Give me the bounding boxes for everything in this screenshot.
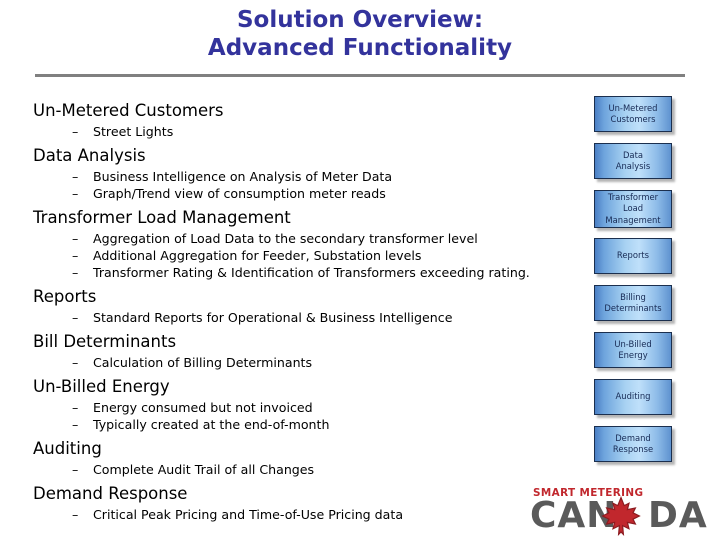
outline-bullet-list: – Business Intelligence on Analysis of Me… — [33, 168, 578, 202]
bullet-text: Typically created at the end-of-month — [93, 417, 330, 432]
title-line-2: Advanced Functionality — [207, 35, 513, 61]
process-box-label: Un-Billed Energy — [614, 338, 652, 361]
outline-topic: Auditing – Complete Audit Trail of all Cha… — [33, 438, 578, 478]
bullet-marker: – — [72, 186, 79, 201]
bullet-text: Energy consumed but not invoiced — [93, 400, 313, 415]
outline-topic-title: Reports — [33, 287, 97, 306]
bullet-marker: – — [72, 400, 79, 415]
process-box-label: Billing Determinants — [604, 291, 662, 314]
outline-topic-title: Un-Billed Energy — [33, 377, 170, 396]
bullet-marker: – — [72, 265, 79, 280]
bullet-text: Complete Audit Trail of all Changes — [93, 462, 315, 477]
outline-topic-title: Un-Metered Customers — [33, 101, 224, 120]
maple-leaf-icon — [601, 496, 641, 536]
outline-topic-title: Auditing — [33, 439, 102, 458]
process-box[interactable]: Un-Metered Customers — [594, 96, 672, 132]
outline-topic-title: Demand Response — [33, 484, 188, 503]
outline-bullet: – Energy consumed but not invoiced — [33, 399, 578, 416]
title-divider — [35, 74, 685, 77]
process-box-label: Demand Response — [612, 432, 654, 455]
outline-topic-title: Transformer Load Management — [33, 208, 291, 227]
bullet-text: Transformer Rating & Identification of T… — [93, 265, 530, 280]
outline-bullet: – Standard Reports for Operational & Busi… — [33, 309, 578, 326]
outline-topic-title: Bill Determinants — [33, 332, 177, 351]
outline-bullet: – Critical Peak Pricing and Time-of-Use P… — [33, 506, 578, 523]
process-box[interactable]: Demand Response — [594, 426, 672, 462]
outline-bullet-list: – Complete Audit Trail of all Changes — [33, 461, 578, 478]
title-line-1: Solution Overview: — [236, 7, 484, 33]
outline-bullet: – Transformer Rating & Identification of … — [33, 264, 578, 281]
process-box[interactable]: Transformer Load Management — [594, 190, 672, 228]
process-flow-boxes: Un-Metered Customers Data Analysis Transfo… — [594, 96, 676, 462]
outline-topic: Data Analysis – Business Intelligence on A… — [33, 145, 578, 202]
outline-bullet-list: – Aggregation of Load Data to the seconda… — [33, 230, 578, 281]
bullet-marker: – — [72, 169, 79, 184]
bullet-text: Calculation of Billing Determinants — [93, 355, 313, 370]
process-box-label: Auditing — [615, 391, 651, 402]
process-box-label: Data Analysis — [615, 149, 651, 172]
outline-bullet: – Complete Audit Trail of all Changes — [33, 461, 578, 478]
bullet-marker: – — [72, 248, 79, 263]
process-box-label: Un-Metered Customers — [608, 102, 658, 125]
bullet-text: Graph/Trend view of consumption meter re… — [93, 186, 386, 201]
process-box[interactable]: Data Analysis — [594, 143, 672, 179]
outline-topic: Transformer Load Management – Aggregation … — [33, 207, 578, 281]
process-box-label: Transformer Load Management — [605, 191, 661, 225]
outline-bullet: – Graph/Trend view of consumption meter r… — [33, 185, 578, 202]
outline-topic: Un-Billed Energy – Energy consumed but not… — [33, 376, 578, 433]
bullet-text: Additional Aggregation for Feeder, Subst… — [93, 248, 422, 263]
outline-bullet: – Additional Aggregation for Feeder, Subs… — [33, 247, 578, 264]
bullet-text: Street Lights — [93, 124, 174, 139]
bullet-marker: – — [72, 462, 79, 477]
outline-bullet: – Typically created at the end-of-month — [33, 416, 578, 433]
bullet-marker: – — [72, 417, 79, 432]
outline-bullet: – Aggregation of Load Data to the seconda… — [33, 230, 578, 247]
logo-wordmark-right: DA — [648, 495, 708, 536]
content-outline: Un-Metered Customers – Street Lights Data A… — [33, 100, 578, 528]
outline-topic: Reports – Standard Reports for Operational… — [33, 286, 578, 326]
bullet-text: Standard Reports for Operational & Busin… — [93, 310, 453, 325]
bullet-marker: – — [72, 507, 79, 522]
smart-metering-canada-logo: SMART METERING CAN DA — [530, 487, 708, 536]
page-title: Solution Overview: Advanced Functionalit… — [0, 6, 720, 62]
bullet-marker: – — [72, 310, 79, 325]
outline-bullet-list: – Street Lights — [33, 123, 578, 140]
outline-topic-title: Data Analysis — [33, 146, 146, 165]
outline-bullet-list: – Energy consumed but not invoiced – Typica… — [33, 399, 578, 433]
process-box[interactable]: Auditing — [594, 379, 672, 415]
bullet-marker: – — [72, 124, 79, 139]
bullet-text: Critical Peak Pricing and Time-of-Use Pr… — [93, 507, 404, 522]
outline-bullet-list: – Critical Peak Pricing and Time-of-Use P… — [33, 506, 578, 523]
process-box-label: Reports — [616, 250, 650, 261]
bullet-text: Business Intelligence on Analysis of Met… — [93, 169, 393, 184]
outline-topic: Bill Determinants – Calculation of Billing… — [33, 331, 578, 371]
bullet-text: Aggregation of Load Data to the secondar… — [93, 231, 478, 246]
outline-topic: Demand Response – Critical Peak Pricing an… — [33, 483, 578, 523]
bullet-marker: – — [72, 231, 79, 246]
outline-bullet: – Calculation of Billing Determinants — [33, 354, 578, 371]
outline-bullet-list: – Standard Reports for Operational & Busi… — [33, 309, 578, 326]
process-box[interactable]: Billing Determinants — [594, 285, 672, 321]
outline-bullet: – Street Lights — [33, 123, 578, 140]
logo-wordmark: CAN DA — [530, 495, 708, 536]
process-box[interactable]: Reports — [594, 238, 672, 274]
bullet-marker: – — [72, 355, 79, 370]
outline-topic: Un-Metered Customers – Street Lights — [33, 100, 578, 140]
process-box[interactable]: Un-Billed Energy — [594, 332, 672, 368]
outline-bullet: – Business Intelligence on Analysis of Me… — [33, 168, 578, 185]
outline-bullet-list: – Calculation of Billing Determinants — [33, 354, 578, 371]
